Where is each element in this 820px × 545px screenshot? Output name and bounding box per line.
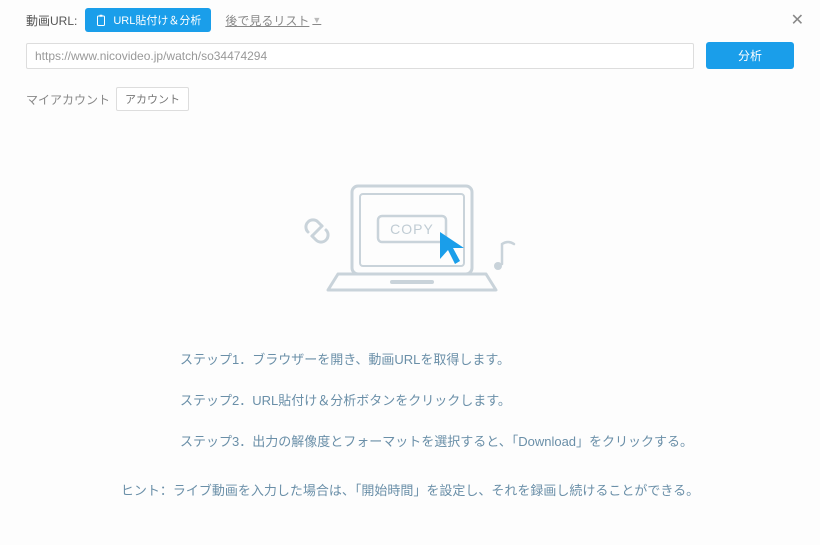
analyze-button[interactable]: 分析 xyxy=(706,42,794,69)
step-1: ステップ1．ブラウザーを開き、動画URLを取得します。 xyxy=(180,349,820,368)
step-3: ステップ3．出力の解像度とフォーマットを選択すると、「Download」をクリッ… xyxy=(180,431,820,450)
clipboard-icon xyxy=(95,14,107,27)
watch-later-link[interactable]: 後で見るリスト ▼ xyxy=(225,12,321,29)
paste-analyze-label: URL貼付け＆分析 xyxy=(113,12,201,28)
laptop-copy-illustration: COPY xyxy=(290,174,530,314)
url-row: 分析 xyxy=(0,36,820,79)
watch-later-label: 後で見るリスト xyxy=(225,12,309,29)
chevron-down-icon: ▼ xyxy=(312,15,321,25)
topbar: 動画URL: URL貼付け＆分析 後で見るリスト ▼ xyxy=(0,0,820,36)
close-icon: ✕ xyxy=(791,12,804,29)
svg-text:COPY: COPY xyxy=(390,221,434,237)
my-account-label: マイアカウント xyxy=(26,91,110,108)
account-row: マイアカウント アカウント xyxy=(0,79,820,119)
hint-text: ヒント：ライブ動画を入力した場合は、「開始時間」を設定し、それを録画し続けること… xyxy=(0,480,820,499)
url-input[interactable] xyxy=(26,43,694,69)
steps-list: ステップ1．ブラウザーを開き、動画URLを取得します。 ステップ2．URL貼付け… xyxy=(0,349,820,450)
paste-analyze-button[interactable]: URL貼付け＆分析 xyxy=(85,8,211,32)
url-label: 動画URL: xyxy=(26,12,77,29)
close-button[interactable]: ✕ xyxy=(787,6,808,34)
account-button[interactable]: アカウント xyxy=(116,87,189,111)
illustration: COPY xyxy=(0,169,820,319)
step-2: ステップ2．URL貼付け＆分析ボタンをクリックします。 xyxy=(180,390,820,409)
